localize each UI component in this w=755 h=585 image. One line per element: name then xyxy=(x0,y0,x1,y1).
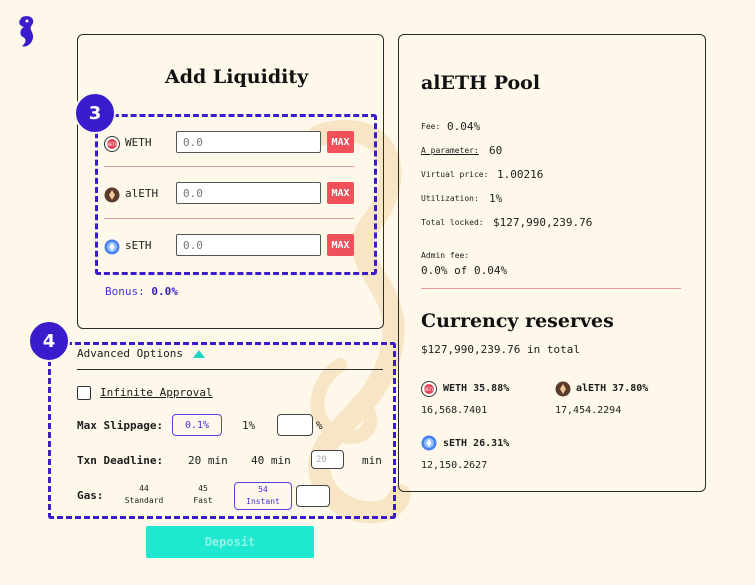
advanced-options-divider xyxy=(77,369,383,370)
txn-deadline-label: Txn Deadline: xyxy=(77,454,164,467)
gas-option-instant[interactable]: 54 Instant xyxy=(234,482,292,510)
slippage-option-1[interactable]: 1% xyxy=(242,419,255,432)
reserve-weth-amount: 16,568.7401 xyxy=(421,405,488,416)
pool-info-card xyxy=(398,34,706,492)
admin-fee-label: Admin fee: xyxy=(421,251,470,260)
gas-standard-value: 44 xyxy=(139,484,149,493)
utilization-label: Utilization: xyxy=(421,194,479,203)
gas-option-standard[interactable]: 44 Standard xyxy=(120,483,168,507)
weth-icon: WETH xyxy=(104,136,120,152)
custom-deadline-input[interactable]: 20 xyxy=(311,450,344,469)
gas-label: Gas: xyxy=(77,489,104,502)
seahorse-logo-icon[interactable] xyxy=(14,14,40,52)
pool-title: alETH Pool xyxy=(421,72,541,94)
virtual-price-label: Virtual price: xyxy=(421,170,489,179)
reserve-aleth-percent: 37.80% xyxy=(612,383,649,394)
seth-amount-input[interactable] xyxy=(176,234,321,256)
token-row-aleth: alETH MAX xyxy=(104,182,354,208)
reserve-seth-percent: 26.31% xyxy=(473,438,510,449)
reserve-weth: WETH 35.88% xyxy=(443,383,509,394)
aleth-amount-input[interactable] xyxy=(176,182,321,204)
gas-standard-name: Standard xyxy=(124,496,164,505)
svg-text:WETH: WETH xyxy=(106,142,118,147)
gas-fast-value: 45 xyxy=(198,484,208,493)
token-row-weth: WETH WETH MAX xyxy=(104,131,354,157)
svg-text:WETH: WETH xyxy=(423,387,435,392)
a-parameter-value: 60 xyxy=(489,144,503,157)
fee-label: Fee: xyxy=(421,122,441,131)
reserve-aleth: alETH 37.80% xyxy=(576,383,648,394)
token-separator xyxy=(104,166,354,167)
step-badge-4: 4 xyxy=(28,320,70,362)
reserve-seth: sETH 26.31% xyxy=(443,438,509,449)
reserve-seth-amount: 12,150.2627 xyxy=(421,460,488,471)
reserves-total: $127,990,239.76 in total xyxy=(421,343,580,356)
reserve-aleth-amount: 17,454.2294 xyxy=(555,405,622,416)
total-locked-value: $127,990,239.76 xyxy=(493,216,593,229)
seth-max-button[interactable]: MAX xyxy=(327,234,354,256)
token-separator xyxy=(104,218,354,219)
token-name-seth: sETH xyxy=(125,239,152,252)
custom-slippage-input[interactable] xyxy=(277,414,313,436)
slippage-unit: % xyxy=(316,419,323,432)
custom-gas-input[interactable] xyxy=(296,485,330,507)
aleth-icon xyxy=(104,187,120,203)
bonus-label: Bonus: xyxy=(105,285,145,298)
gas-fast-name: Fast xyxy=(193,496,213,505)
bonus-info: Bonus: 0.0% xyxy=(105,285,178,298)
reserve-seth-name: sETH xyxy=(443,438,468,449)
virtual-price-value: 1.00216 xyxy=(497,168,544,181)
seth-icon xyxy=(104,239,120,255)
token-row-seth: sETH MAX xyxy=(104,234,354,260)
utilization-value: 1% xyxy=(489,192,503,205)
chevron-up-icon[interactable] xyxy=(193,350,205,358)
step-badge-3: 3 xyxy=(74,92,116,134)
reserve-weth-name: WETH xyxy=(443,383,468,394)
token-name-aleth: alETH xyxy=(125,187,159,200)
aleth-max-button[interactable]: MAX xyxy=(327,182,354,204)
weth-max-button[interactable]: MAX xyxy=(327,131,354,153)
gas-instant-name: Instant xyxy=(246,497,280,506)
reserve-aleth-name: alETH xyxy=(576,383,607,394)
advanced-options-toggle[interactable]: Advanced Options xyxy=(77,347,183,360)
weth-icon: WETH xyxy=(421,381,437,397)
max-slippage-label: Max Slippage: xyxy=(77,419,164,432)
deadline-option-20[interactable]: 20 min xyxy=(188,454,228,467)
pool-separator xyxy=(421,288,681,289)
fee-value: 0.04% xyxy=(447,120,481,133)
deadline-unit: min xyxy=(362,454,382,467)
seth-icon xyxy=(421,435,437,451)
gas-option-fast[interactable]: 45 Fast xyxy=(183,483,223,507)
aleth-icon xyxy=(555,381,571,397)
add-liquidity-title: Add Liquidity xyxy=(165,66,309,88)
deposit-button[interactable]: Deposit xyxy=(146,526,314,558)
infinite-approval-label[interactable]: Infinite Approval xyxy=(100,386,213,399)
reserve-weth-percent: 35.88% xyxy=(473,383,510,394)
total-locked-label: Total locked: xyxy=(421,218,484,227)
gas-instant-value: 54 xyxy=(258,485,268,494)
a-parameter-label[interactable]: A parameter: xyxy=(421,146,479,155)
slippage-option-0-1[interactable]: 0.1% xyxy=(172,414,222,436)
deadline-option-40[interactable]: 40 min xyxy=(251,454,291,467)
admin-fee-value: 0.0% of 0.04% xyxy=(421,264,508,277)
infinite-approval-checkbox[interactable] xyxy=(77,386,91,400)
currency-reserves-title: Currency reserves xyxy=(421,310,614,332)
bonus-value: 0.0% xyxy=(151,285,178,298)
weth-amount-input[interactable] xyxy=(176,131,321,153)
token-name-weth: WETH xyxy=(125,136,152,149)
